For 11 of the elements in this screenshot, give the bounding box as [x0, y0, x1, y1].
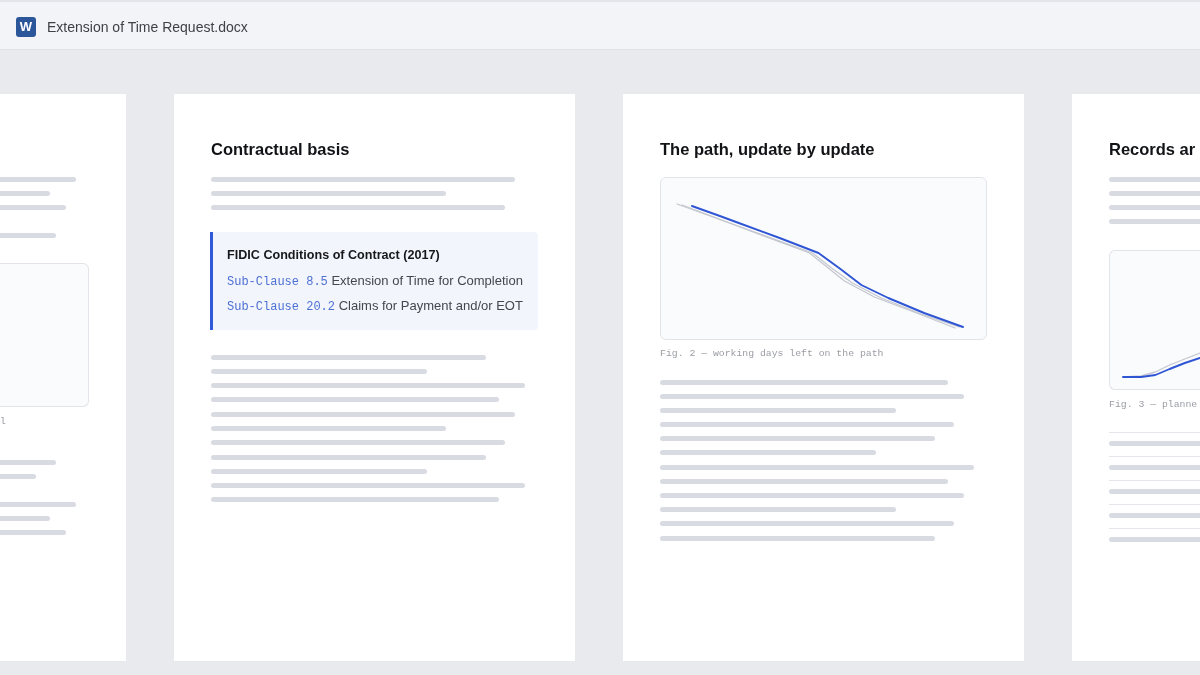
section-heading: The path, update by update: [660, 139, 875, 160]
section-heading: Records ar: [1109, 139, 1196, 160]
document-title: Extension of Time Request.docx: [47, 17, 248, 36]
figure-caption: l: [0, 415, 6, 429]
callout-title: FIDIC Conditions of Contract (2017): [227, 247, 441, 264]
section-heading: Contractual basis: [211, 139, 350, 160]
clause-line: Sub-Clause 8.5 Extension of Time for Completion: [227, 272, 524, 291]
figure-caption: Fig. 2 — working days left on the path: [660, 347, 884, 361]
clause-line: Sub-Clause 20.2 Claims for Payment and/or EOT: [227, 297, 524, 316]
app-icon: W: [16, 16, 36, 37]
figure-caption: Fig. 3 — planne: [1109, 398, 1198, 412]
